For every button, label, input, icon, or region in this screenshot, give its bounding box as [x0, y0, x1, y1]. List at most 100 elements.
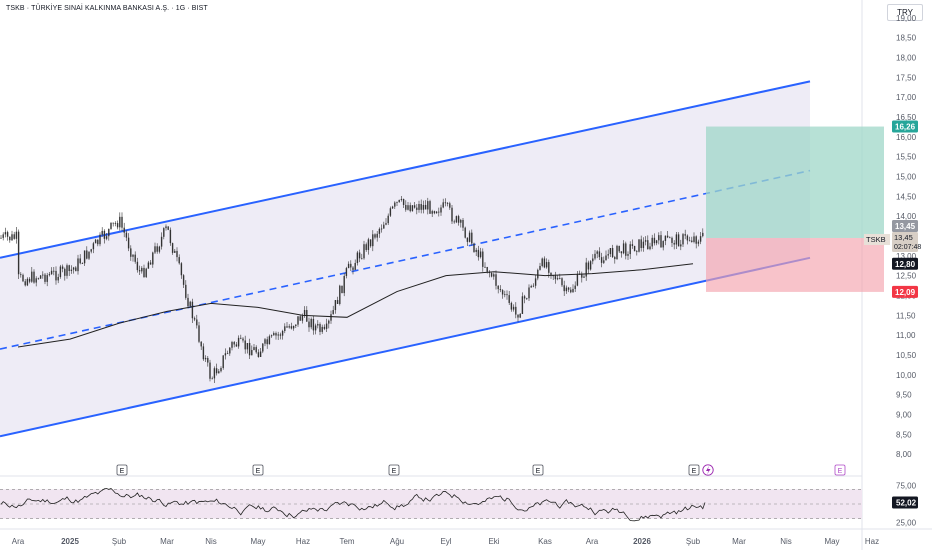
price-tick-label: 9,50: [896, 391, 912, 400]
price-tick-label: 18,50: [896, 34, 917, 43]
svg-text:E: E: [256, 468, 261, 475]
svg-text:12,09: 12,09: [895, 288, 916, 297]
time-tick-label: Mar: [160, 537, 174, 546]
time-tick-label: Mar: [732, 537, 746, 546]
candle: [11, 230, 13, 241]
candle: [167, 226, 169, 231]
regression-channel[interactable]: [0, 80, 811, 438]
rsi-pane: 25,0050,0075,0052,02: [0, 482, 918, 527]
earnings-marker[interactable]: E: [834, 464, 846, 476]
candle: [473, 242, 475, 253]
candle: [638, 239, 640, 253]
time-tick-label: May: [250, 537, 265, 546]
candle: [411, 204, 414, 212]
candle: [15, 226, 18, 244]
candle: [222, 355, 224, 370]
svg-text:E: E: [120, 468, 125, 475]
candle: [59, 264, 62, 279]
time-tick-label: Şub: [112, 537, 127, 546]
svg-text:E: E: [692, 468, 697, 475]
svg-text:E: E: [838, 468, 843, 475]
earnings-marker[interactable]: E: [116, 464, 128, 476]
svg-text:13,45: 13,45: [894, 233, 913, 242]
dividend-flash-icon[interactable]: [702, 464, 714, 476]
svg-text:E: E: [392, 468, 397, 475]
price-tick-label: 17,50: [896, 73, 917, 82]
candle: [110, 222, 112, 230]
candle: [17, 229, 20, 280]
time-axis[interactable]: Ara 2025 Şub Mar Nis May Haz Tem Ağu Eyl Eki Kas Ara…: [12, 537, 879, 546]
time-tick-label: Haz: [865, 537, 879, 546]
candle: [112, 222, 114, 227]
price-tick-label: 17,00: [896, 93, 917, 102]
rsi-tick-label: 75,00: [896, 482, 917, 491]
svg-text:52,02: 52,02: [896, 499, 917, 508]
price-tick-label: 15,50: [896, 153, 917, 162]
candle: [39, 275, 42, 279]
candle: [99, 232, 101, 247]
earnings-marker[interactable]: E: [388, 464, 400, 476]
time-tick-label: Eyl: [440, 537, 451, 546]
price-tick-label: 9,00: [896, 410, 912, 419]
earnings-markers[interactable]: EEEEEE: [116, 464, 846, 476]
candle: [616, 244, 618, 260]
candle: [541, 257, 543, 268]
time-tick-label: Nis: [205, 537, 217, 546]
time-tick-label: Ara: [12, 537, 25, 546]
candle: [2, 232, 4, 241]
time-tick-label: May: [824, 537, 839, 546]
long-position-tool[interactable]: [706, 126, 884, 292]
candle: [4, 227, 7, 238]
candle: [429, 199, 431, 215]
candle: [9, 236, 11, 243]
price-tick-label: 10,50: [896, 351, 917, 360]
loss-zone[interactable]: [706, 237, 884, 292]
time-tick-label: Nis: [780, 537, 792, 546]
candle: [6, 230, 9, 241]
time-tick-label: 2026: [633, 537, 651, 546]
time-tick-label: Kas: [538, 537, 552, 546]
time-tick-label: Ara: [586, 537, 599, 546]
profit-zone[interactable]: [706, 126, 884, 238]
price-tick-label: 8,00: [896, 450, 912, 459]
ma-price-badge: 12,80: [892, 257, 918, 270]
candle: [633, 245, 636, 252]
candle: [464, 226, 466, 239]
price-tick-label: 15,00: [896, 173, 917, 182]
time-tick-label: Ağu: [390, 537, 404, 546]
price-tick-label: 10,00: [896, 371, 917, 380]
time-tick-label: Eki: [488, 537, 499, 546]
candle: [455, 215, 458, 224]
rsi-tick-label: 25,00: [896, 518, 917, 527]
stop-price-badge: 12,09: [892, 285, 918, 298]
time-tick-label: Haz: [296, 537, 310, 546]
channel-fill: [0, 81, 810, 437]
candle: [209, 359, 211, 382]
candle: [0, 235, 2, 239]
earnings-marker[interactable]: E: [532, 464, 544, 476]
price-tick-label: 8,50: [896, 430, 912, 439]
time-tick-label: Şub: [686, 537, 701, 546]
candle: [116, 220, 119, 230]
candle: [145, 267, 147, 279]
price-tick-label: 11,50: [896, 311, 916, 320]
candle: [343, 273, 345, 297]
price-price-badge: 13,45: [892, 219, 918, 232]
price-chart[interactable]: EEEEEE 25,0050,0075,0052,02 8,008,509,00…: [0, 0, 932, 550]
price-tick-label: 14,00: [896, 212, 917, 221]
candle: [121, 212, 123, 232]
earnings-marker[interactable]: E: [252, 464, 264, 476]
price-tick-label: 12,50: [896, 272, 917, 281]
candle: [339, 284, 341, 306]
candle: [589, 260, 592, 271]
candle: [114, 221, 117, 227]
candle: [119, 212, 121, 231]
svg-text:02:07:48: 02:07:48: [894, 244, 921, 251]
time-tick-label: 2025: [61, 537, 79, 546]
price-tick-label: 14,50: [896, 192, 917, 201]
svg-text:12,80: 12,80: [895, 260, 916, 269]
price-tick-label: 11,00: [896, 331, 916, 340]
svg-text:E: E: [536, 468, 541, 475]
rsi-value-badge: 52,02: [892, 496, 918, 509]
earnings-marker[interactable]: E: [688, 464, 700, 476]
